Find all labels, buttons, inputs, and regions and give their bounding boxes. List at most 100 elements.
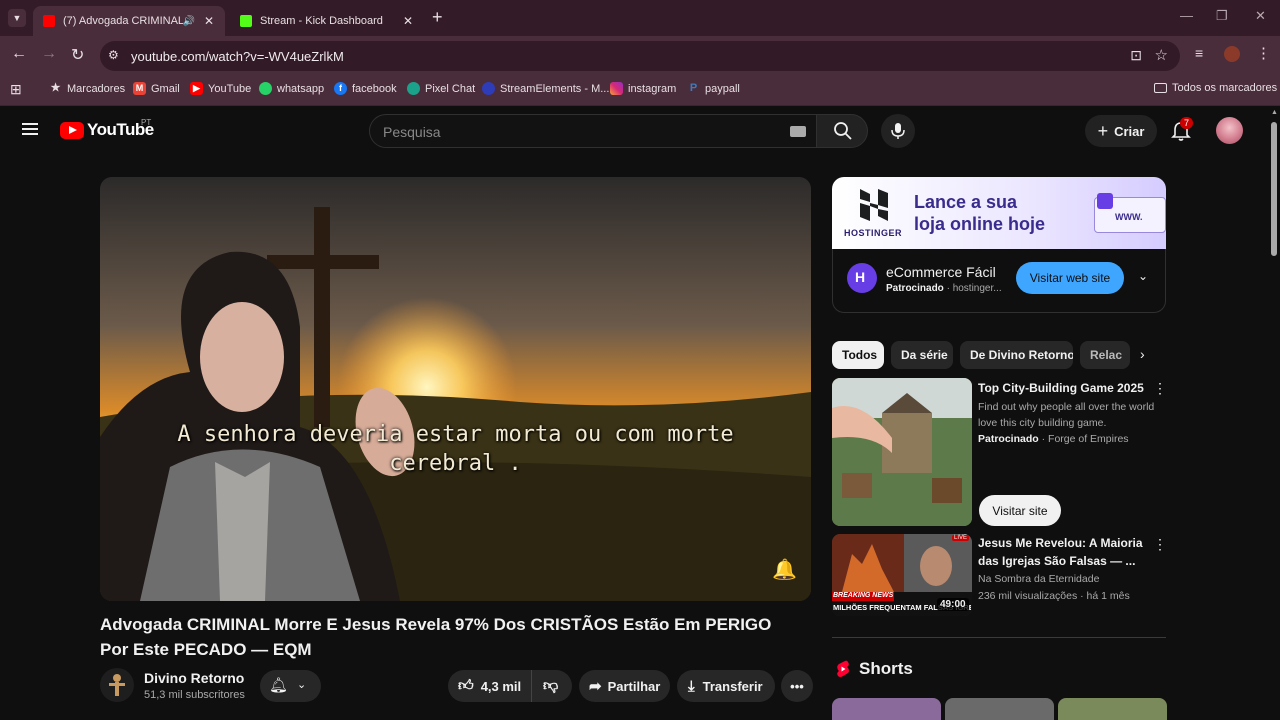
search-input[interactable]: Pesquisa (369, 114, 816, 148)
bell-ringing-icon: 🔔︎ (269, 677, 289, 694)
like-dislike-group: 👍︎ 4,3 mil 👎︎ (448, 670, 572, 702)
browser-menu-icon[interactable]: ⋮ (1256, 44, 1271, 62)
create-button[interactable]: + Criar (1085, 115, 1157, 147)
bookmark-instagram[interactable]: instagram (610, 82, 676, 95)
thumbnail-tag: BREAKING NEWS (833, 592, 894, 599)
ad-domain: hostinger... (952, 283, 1002, 294)
speaker-icon[interactable]: 🔊 (183, 16, 195, 27)
profile-avatar[interactable] (1224, 46, 1240, 62)
search-icon (834, 122, 852, 140)
close-tab-icon[interactable]: ✕ (201, 14, 217, 28)
ad-card[interactable]: H eCommerce Fácil Patrocinado · hostinge… (832, 249, 1166, 313)
tab-title: (7) Advogada CRIMINAL M (63, 15, 183, 27)
keyboard-icon[interactable] (790, 126, 806, 137)
tab-kick-dashboard[interactable]: Stream - Kick Dashboard ✕ (230, 6, 424, 36)
tab-search-icon[interactable]: ▼ (8, 9, 26, 27)
visit-website-button[interactable]: Visitar web site (1016, 262, 1124, 294)
more-vertical-icon[interactable]: ⋮ (1153, 380, 1167, 397)
instagram-icon (610, 82, 623, 95)
city-building-thumbnail (832, 378, 972, 526)
bookmark-paypal[interactable]: Ppaypall (687, 82, 740, 95)
bookmark-label: Marcadores (67, 82, 126, 95)
microphone-icon (891, 123, 905, 139)
like-count: 4,3 mil (480, 678, 522, 694)
recommendation-title[interactable]: Top City-Building Game 2025 (978, 379, 1148, 397)
subscribe-bell-overlay-icon[interactable]: 🔔 (772, 557, 797, 582)
window-close-icon[interactable]: ✕ (1255, 8, 1266, 24)
media-control-icon[interactable]: ≡ (1195, 45, 1203, 61)
reload-icon[interactable]: ↻ (71, 45, 84, 65)
account-avatar[interactable] (1216, 117, 1243, 144)
ad-banner-image[interactable]: HOSTINGER Lance a sua loja online hoje W… (832, 177, 1166, 249)
all-bookmarks-folder[interactable]: Todos os marcadores (1154, 82, 1277, 94)
bookmark-label: StreamElements - M... (500, 82, 610, 95)
forward-icon[interactable]: → (41, 45, 57, 63)
www-label: WWW. (1115, 212, 1143, 222)
address-bar[interactable]: ⚙ youtube.com/watch?v=-WV4ueZrlkM ⊡ ☆ (100, 41, 1180, 71)
bookmark-star-icon[interactable]: ☆ (1155, 46, 1168, 64)
bookmark-label: Todos os marcadores (1172, 82, 1278, 94)
visit-site-button[interactable]: Visitar site (979, 495, 1061, 526)
download-button[interactable]: ⤓ Transferir (677, 670, 775, 702)
bookmark-streamelements[interactable]: StreamElements - M... (482, 82, 609, 95)
recommendation-channel[interactable]: Na Sombra da Eternidade (978, 571, 1156, 587)
menu-icon[interactable] (22, 123, 38, 135)
video-frame-illustration (100, 177, 811, 601)
channel-name[interactable]: Divino Retorno (144, 670, 244, 686)
youtube-icon: ▶ (190, 82, 203, 95)
recommendation-title[interactable]: Jesus Me Revelou: A Maioria das Igrejas … (978, 534, 1148, 570)
close-tab-icon[interactable]: ✕ (400, 14, 416, 28)
install-app-icon[interactable]: ⊡ (1130, 47, 1142, 64)
video-thumbnail[interactable] (832, 378, 972, 526)
voice-search-button[interactable] (881, 114, 915, 148)
kick-favicon-icon (240, 15, 252, 27)
subscription-notifications-button[interactable]: 🔔︎ ⌄ (260, 670, 321, 702)
search-button[interactable] (816, 114, 868, 148)
thumbs-up-icon: 👍︎ (458, 677, 474, 694)
more-horizontal-icon: ••• (790, 678, 804, 694)
ad-meta: Patrocinado · hostinger... (886, 283, 1002, 294)
bookmark-facebook[interactable]: f facebook (334, 82, 397, 95)
apps-grid-icon[interactable]: ⊞ (10, 81, 22, 98)
youtube-logo[interactable]: YouTube (60, 120, 154, 140)
short-thumbnail[interactable] (1058, 698, 1167, 720)
back-icon[interactable]: ← (11, 45, 27, 63)
facebook-icon: f (334, 82, 347, 95)
video-player[interactable]: A senhora deveria estar morta ou com mor… (100, 177, 811, 601)
url-text: youtube.com/watch?v=-WV4ueZrlkM (131, 49, 344, 64)
create-label: Criar (1114, 123, 1145, 139)
ad-headline-line: Lance a sua (914, 192, 1018, 212)
dislike-button[interactable]: 👎︎ (532, 677, 558, 695)
chip-relacionados[interactable]: Relac (1080, 341, 1130, 369)
new-tab-icon[interactable]: + (432, 7, 443, 28)
scroll-thumb[interactable] (1271, 122, 1277, 256)
ad-title: eCommerce Fácil (886, 264, 996, 280)
chevron-right-icon[interactable]: › (1140, 346, 1145, 362)
bookmark-youtube[interactable]: ▶ YouTube (190, 82, 251, 95)
site-info-icon[interactable]: ⚙ (108, 48, 119, 62)
minimize-icon[interactable]: — (1180, 8, 1193, 23)
share-button[interactable]: ➦ Partilhar (579, 670, 670, 702)
chevron-down-icon[interactable]: ⌄ (1138, 269, 1148, 283)
tab-youtube-video[interactable]: (7) Advogada CRIMINAL M 🔊 ✕ (33, 6, 225, 36)
chip-todos[interactable]: Todos (832, 341, 884, 369)
restore-icon[interactable]: ❐ (1216, 8, 1228, 24)
more-actions-button[interactable]: ••• (781, 670, 813, 702)
chevron-down-icon: ⌄ (297, 679, 307, 691)
bookmark-whatsapp[interactable]: whatsapp (259, 82, 324, 95)
chip-da-serie[interactable]: Da série (891, 341, 953, 369)
caption-line: A senhora deveria estar morta ou com mor… (177, 422, 734, 447)
bookmark-gmail[interactable]: M Gmail (133, 82, 180, 95)
share-label: Partilhar (607, 678, 661, 694)
bookmark-marcadores[interactable]: ★ Marcadores (49, 82, 126, 95)
bookmark-pixel-chat[interactable]: Pixel Chat (407, 82, 475, 95)
short-thumbnail[interactable] (832, 698, 941, 720)
chip-de-divino-retorno[interactable]: De Divino Retorno (960, 341, 1073, 369)
channel-avatar[interactable] (100, 668, 134, 702)
gmail-icon: M (133, 82, 146, 95)
short-thumbnail[interactable] (945, 698, 1054, 720)
star-icon: ★ (50, 82, 61, 94)
like-button[interactable]: 👍︎ 4,3 mil (448, 670, 532, 702)
more-vertical-icon[interactable]: ⋮ (1153, 536, 1167, 553)
scroll-up-arrow-icon[interactable]: ▲ (1271, 109, 1278, 116)
